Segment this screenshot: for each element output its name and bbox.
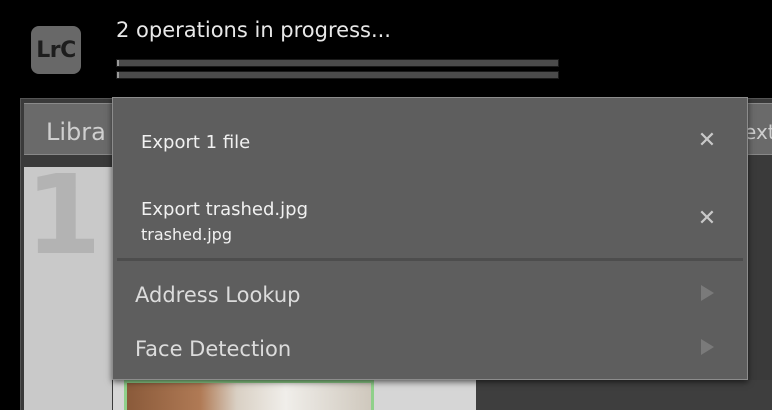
progress-fill-2 — [117, 72, 120, 78]
progress-fill-1 — [117, 60, 120, 66]
screen: Libra ext 1 LrC 2 operations in progress… — [0, 0, 772, 410]
play-arrow-icon — [701, 339, 714, 355]
menu-item-label: Address Lookup — [135, 283, 301, 307]
close-icon[interactable]: ✕ — [695, 207, 719, 231]
operation-row-export-trashed: Export trashed.jpg trashed.jpg ✕ — [113, 182, 747, 258]
operations-menu: Export 1 file ✕ Export trashed.jpg trash… — [112, 97, 748, 380]
progress-bar-1 — [116, 59, 559, 67]
operation-title: Export 1 file — [141, 132, 251, 153]
operation-subtitle: trashed.jpg — [141, 225, 232, 244]
text-module-label[interactable]: ext — [744, 120, 772, 144]
operation-title: Export trashed.jpg — [141, 199, 308, 220]
grid-cell-number: 1 — [25, 151, 102, 279]
right-panel — [476, 380, 772, 410]
menu-item-label: Face Detection — [135, 337, 292, 361]
menu-item-address-lookup[interactable]: Address Lookup — [113, 271, 747, 323]
lrc-logo[interactable]: LrC — [31, 26, 81, 74]
play-arrow-icon — [701, 285, 714, 301]
operation-row-export-file: Export 1 file ✕ — [113, 98, 747, 178]
progress-bar-2 — [116, 71, 559, 79]
menu-divider — [117, 258, 743, 261]
operations-status-title[interactable]: 2 operations in progress... — [116, 18, 391, 42]
menu-item-face-detection[interactable]: Face Detection — [113, 325, 747, 377]
close-icon[interactable]: ✕ — [695, 129, 719, 153]
photo-thumbnail[interactable] — [124, 380, 374, 410]
library-module-label[interactable]: Libra — [46, 118, 106, 146]
